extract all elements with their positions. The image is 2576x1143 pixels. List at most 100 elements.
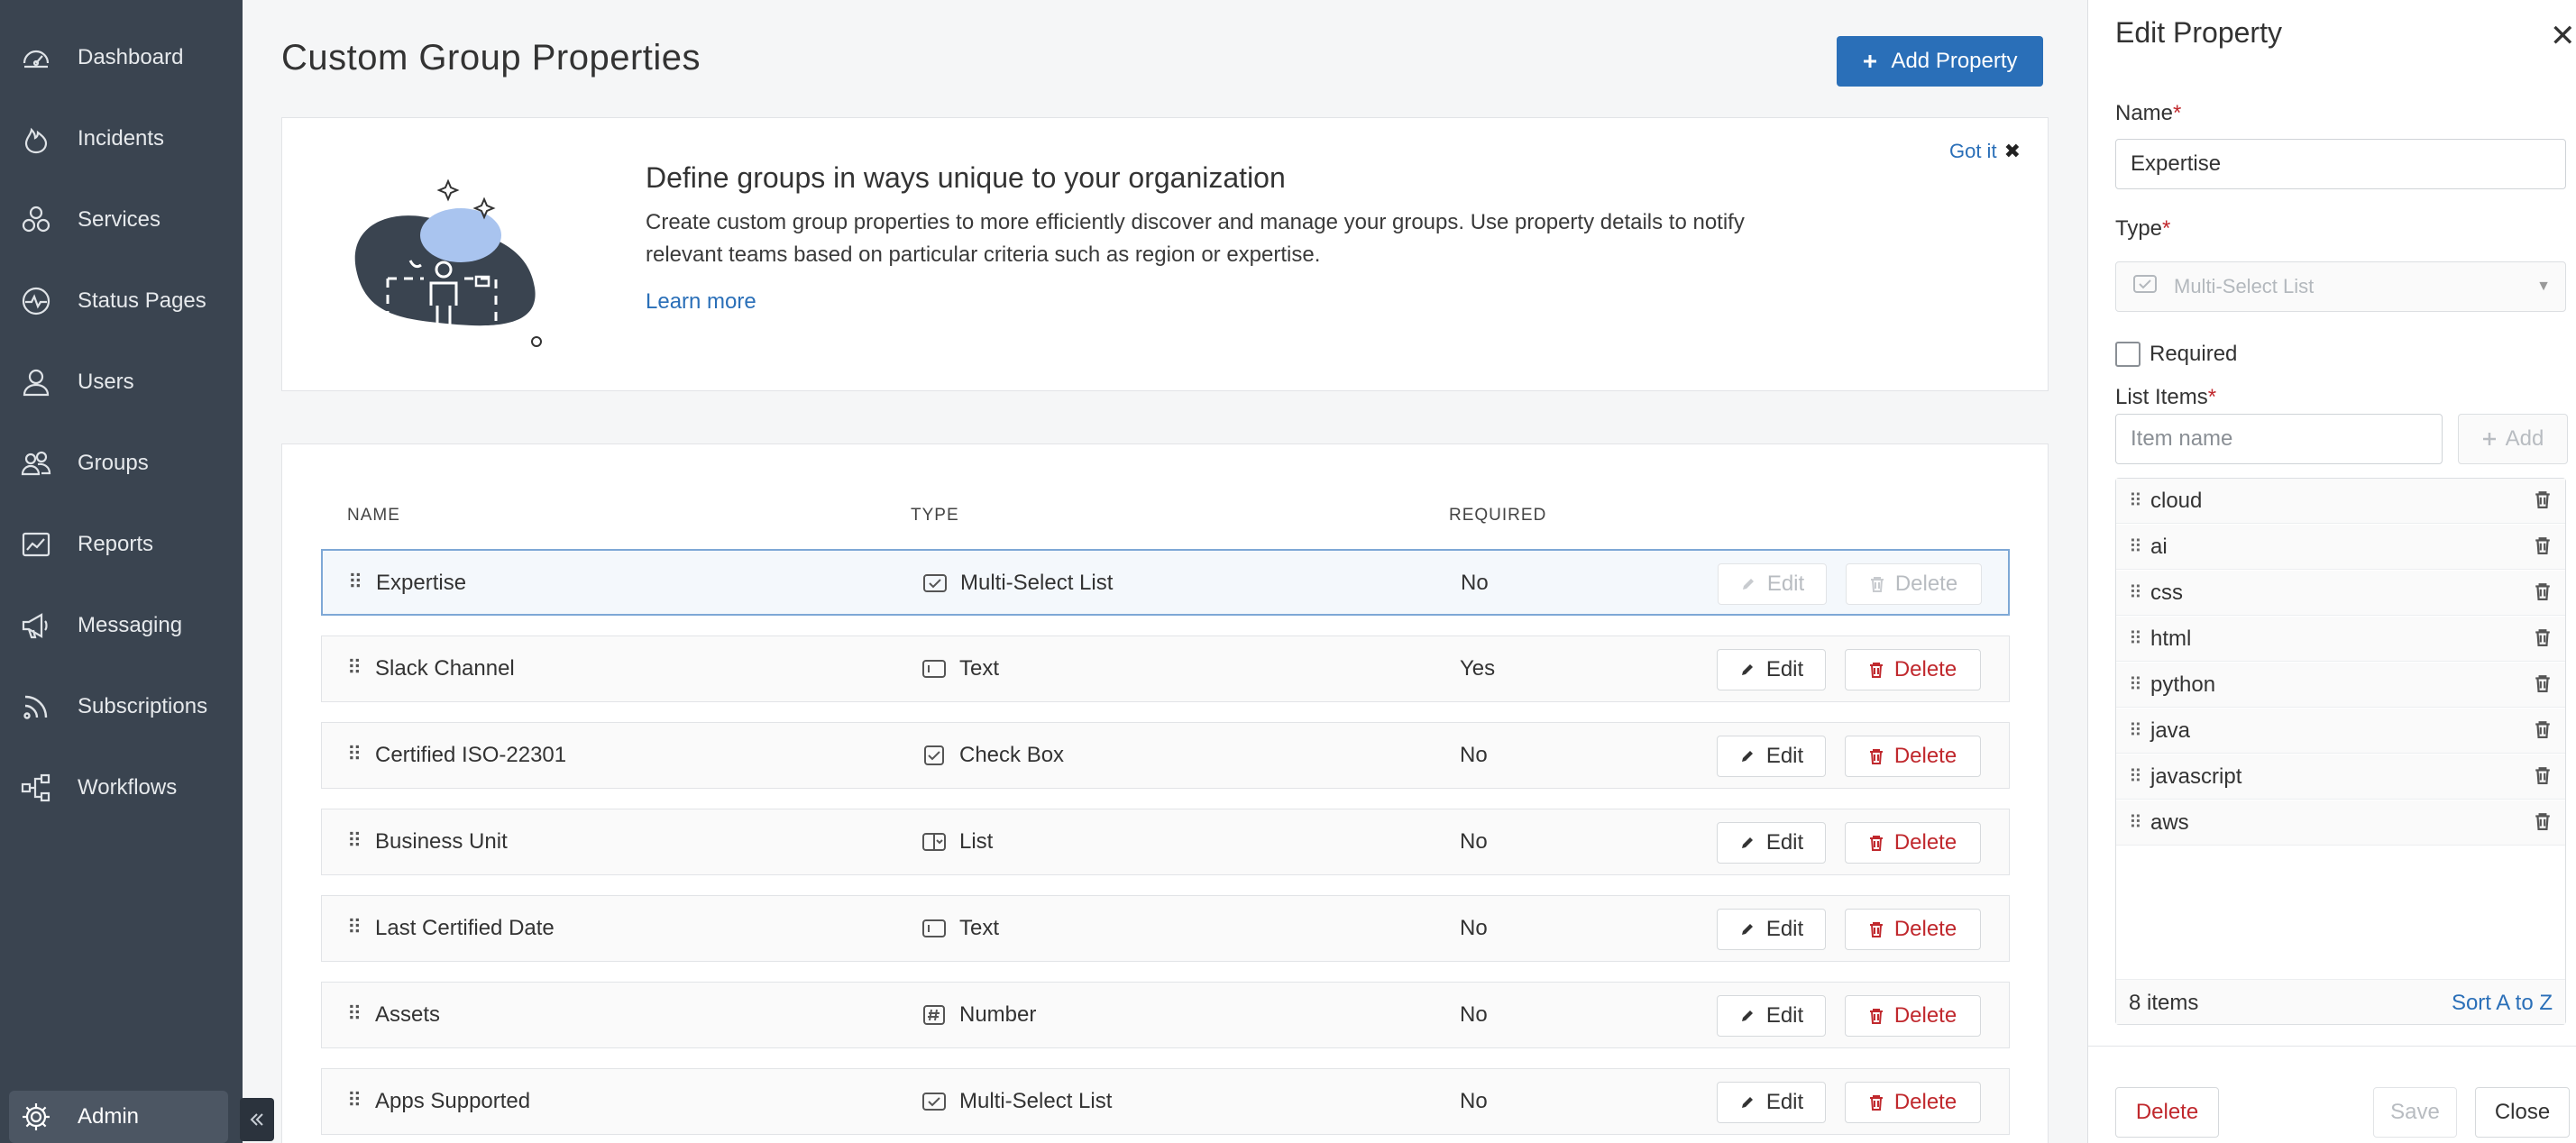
sidebar-item-subscriptions[interactable]: Subscriptions: [0, 671, 243, 743]
trash-icon[interactable]: [2535, 766, 2551, 789]
sidebar-item-workflows[interactable]: Workflows: [0, 752, 243, 824]
trash-icon[interactable]: [2535, 674, 2551, 697]
drag-handle-icon[interactable]: ⠿: [2129, 535, 2142, 558]
property-required: No: [1460, 1002, 1488, 1027]
pencil-icon: [1742, 579, 1754, 590]
trash-icon[interactable]: [2535, 582, 2551, 605]
drag-handle-icon[interactable]: ⠿: [2129, 581, 2142, 604]
chevron-down-icon: ▼: [2536, 279, 2551, 294]
required-checkbox[interactable]: [2115, 342, 2141, 367]
property-type: Number: [921, 1002, 1036, 1028]
drag-handle-icon[interactable]: ⠿: [347, 829, 362, 853]
table-row[interactable]: ⠿ Assets Number No Edit Delete: [321, 982, 2010, 1048]
save-button[interactable]: Save: [2373, 1087, 2457, 1138]
list-item[interactable]: ⠿ css: [2116, 571, 2565, 616]
collapse-sidebar-button[interactable]: [240, 1098, 274, 1141]
list-item[interactable]: ⠿ python: [2116, 663, 2565, 708]
column-header-type: TYPE: [911, 506, 959, 525]
property-name: Business Unit: [375, 829, 508, 854]
edit-button[interactable]: Edit: [1717, 909, 1826, 950]
item-name-input[interactable]: Item name: [2115, 414, 2443, 464]
table-row[interactable]: ⠿ Slack Channel Text Yes Edit Delete: [321, 636, 2010, 702]
trash-icon[interactable]: [2535, 812, 2551, 835]
drag-handle-icon[interactable]: ⠿: [347, 1002, 362, 1026]
drag-handle-icon[interactable]: ⠿: [347, 743, 362, 766]
table-row[interactable]: ⠿ Apps Supported Multi-Select List No Ed…: [321, 1068, 2010, 1135]
sidebar-item-status-pages[interactable]: Status Pages: [0, 265, 243, 337]
table-row[interactable]: ⠿ Expertise Multi-Select List No Edit De…: [321, 549, 2010, 616]
learn-more-link[interactable]: Learn more: [646, 289, 756, 315]
delete-button[interactable]: Delete: [1845, 1082, 1981, 1123]
list-items: ⠿ cloud ⠿ ai ⠿ css ⠿ html ⠿ python ⠿ java ⠿ jav…: [2115, 478, 2566, 1025]
delete-button[interactable]: Delete: [1845, 995, 1981, 1037]
reports-icon: [18, 526, 54, 562]
drag-handle-icon[interactable]: ⠿: [2129, 765, 2142, 788]
drag-handle-icon[interactable]: ⠿: [2129, 811, 2142, 834]
edit-button[interactable]: Edit: [1717, 736, 1826, 777]
add-property-label: Add Property: [1891, 49, 2018, 73]
sidebar-item-admin[interactable]: Admin: [9, 1091, 228, 1143]
sidebar-item-reports[interactable]: Reports: [0, 508, 243, 581]
flame-icon: [18, 121, 54, 157]
gear-icon: [18, 1099, 54, 1135]
drag-handle-icon[interactable]: ⠿: [347, 656, 362, 680]
delete-button[interactable]: Delete: [1845, 736, 1981, 777]
delete-label: Delete: [1893, 917, 1957, 941]
list-item[interactable]: ⠿ html: [2116, 617, 2565, 662]
add-property-button[interactable]: Add Property: [1837, 36, 2043, 87]
sort-a-to-z-link[interactable]: Sort A to Z: [2452, 991, 2553, 1016]
pencil-icon: [1741, 751, 1753, 762]
edit-button[interactable]: Edit: [1717, 1082, 1826, 1123]
trash-icon[interactable]: [2535, 536, 2551, 559]
delete-button[interactable]: Delete: [1845, 822, 1981, 864]
delete-button[interactable]: Delete: [1846, 563, 1982, 605]
type-select[interactable]: Multi-Select List ▼: [2115, 261, 2566, 312]
sidebar-item-services[interactable]: Services: [0, 184, 243, 256]
drag-handle-icon[interactable]: ⠿: [347, 1089, 362, 1112]
delete-button[interactable]: Delete: [1845, 649, 1981, 690]
trash-icon[interactable]: [2535, 628, 2551, 651]
got-it-button[interactable]: Got it ✖: [1949, 140, 2021, 163]
table-row[interactable]: ⠿ Last Certified Date Text No Edit Delet…: [321, 895, 2010, 962]
info-banner: Define groups in ways unique to your org…: [281, 117, 2049, 391]
sidebar-item-users[interactable]: Users: [0, 346, 243, 418]
sidebar-item-messaging[interactable]: Messaging: [0, 590, 243, 662]
drag-handle-icon[interactable]: ⠿: [2129, 673, 2142, 696]
property-name: Expertise: [376, 571, 467, 595]
name-field[interactable]: Expertise: [2115, 139, 2566, 189]
close-button[interactable]: Close: [2475, 1087, 2570, 1138]
sidebar-item-label: Admin: [78, 1104, 140, 1129]
required-asterisk: *: [2173, 101, 2182, 125]
property-type-label: List: [959, 829, 994, 854]
user-icon: [18, 364, 54, 400]
list-item[interactable]: ⠿ javascript: [2116, 754, 2565, 800]
trash-icon[interactable]: [2535, 720, 2551, 743]
edit-button[interactable]: Edit: [1717, 649, 1826, 690]
drag-handle-icon[interactable]: ⠿: [348, 571, 362, 594]
delete-button[interactable]: Delete: [1845, 909, 1981, 950]
delete-label: Delete: [1894, 572, 1958, 596]
sidebar-item-label: Services: [78, 207, 161, 232]
table-row[interactable]: ⠿ Certified ISO-22301 Check Box No Edit …: [321, 722, 2010, 789]
drag-handle-icon[interactable]: ⠿: [2129, 489, 2142, 512]
list-item[interactable]: ⠿ cloud: [2116, 479, 2565, 524]
drag-handle-icon[interactable]: ⠿: [347, 916, 362, 939]
multiselect-icon: [2132, 274, 2158, 299]
trash-icon[interactable]: [2535, 490, 2551, 513]
list-item[interactable]: ⠿ ai: [2116, 525, 2565, 570]
rss-icon: [18, 689, 54, 725]
sidebar-item-dashboard[interactable]: Dashboard: [0, 22, 243, 94]
edit-button[interactable]: Edit: [1717, 822, 1826, 864]
edit-button[interactable]: Edit: [1717, 995, 1826, 1037]
list-item[interactable]: ⠿ aws: [2116, 800, 2565, 846]
edit-button[interactable]: Edit: [1718, 563, 1827, 605]
sidebar-item-groups[interactable]: Groups: [0, 427, 243, 499]
close-icon[interactable]: ✕: [2550, 18, 2576, 54]
delete-property-button[interactable]: Delete: [2115, 1087, 2219, 1138]
drag-handle-icon[interactable]: ⠿: [2129, 627, 2142, 650]
drag-handle-icon[interactable]: ⠿: [2129, 719, 2142, 742]
sidebar-item-incidents[interactable]: Incidents: [0, 103, 243, 175]
table-row[interactable]: ⠿ Business Unit List No Edit Delete: [321, 809, 2010, 875]
add-item-button[interactable]: Add: [2458, 414, 2568, 464]
list-item[interactable]: ⠿ java: [2116, 709, 2565, 754]
